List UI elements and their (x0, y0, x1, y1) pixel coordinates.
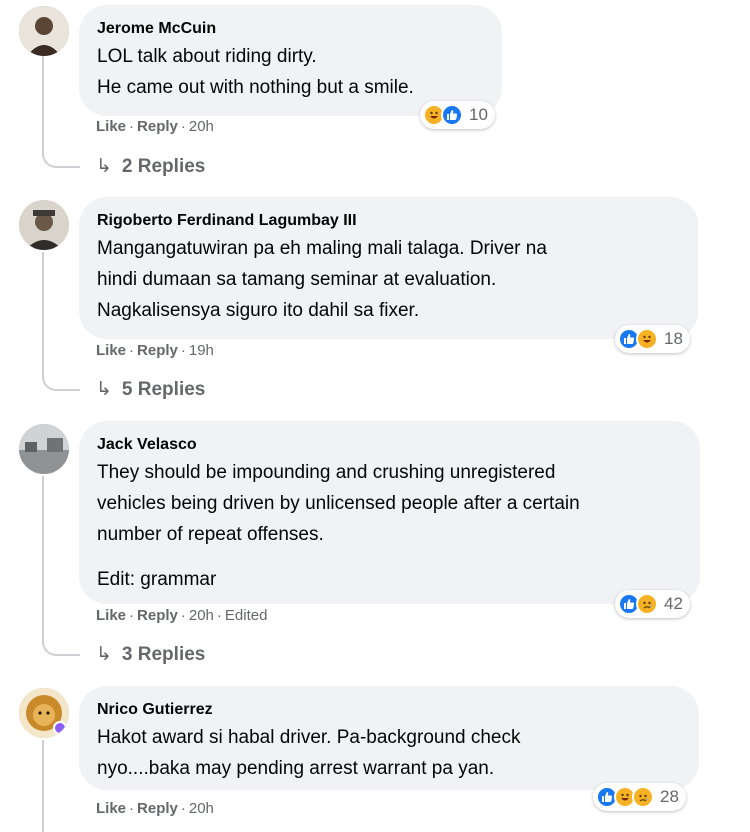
reaction-summary[interactable]: 10 (420, 101, 495, 129)
reply-connector (42, 146, 80, 168)
like-link[interactable]: Like (96, 118, 126, 135)
comment-line: They should be impounding and crushing u… (97, 462, 556, 483)
comment-timestamp[interactable]: 20h (189, 118, 214, 135)
comment-actions: Like · Reply · 19h (96, 342, 214, 359)
thread-line (42, 56, 44, 146)
reply-arrow-icon: ↳ (96, 644, 112, 665)
comment-line: Hakot award si habal driver. Pa-backgrou… (97, 727, 521, 748)
comment-actions: Like · Reply · 20h · Edited (96, 607, 268, 624)
comment-text: Mangangatuwiran pa eh maling mali talaga… (97, 233, 680, 326)
comment-bubble: Rigoberto Ferdinand Lagumbay III Mangang… (79, 197, 698, 339)
haha-icon (636, 328, 658, 350)
view-replies-link[interactable]: ↳ 2 Replies (96, 155, 205, 179)
avatar[interactable] (19, 200, 69, 250)
like-link[interactable]: Like (96, 342, 126, 359)
replies-label: 3 Replies (121, 644, 206, 665)
reaction-summary[interactable]: 18 (615, 325, 690, 353)
reply-link[interactable]: Reply (137, 118, 178, 135)
comment-line: nyo....baka may pending arrest warrant p… (97, 758, 495, 779)
reaction-summary[interactable]: 42 (615, 590, 690, 618)
reaction-count: 42 (664, 594, 683, 613)
comment-line: He came out with nothing but a smile. (97, 77, 414, 98)
comment-bubble: Jack Velasco They should be impounding a… (79, 421, 700, 604)
comment-edit-note: Edit: grammar (97, 569, 217, 590)
reaction-count: 18 (664, 329, 683, 348)
thread-line (42, 476, 44, 636)
like-link[interactable]: Like (96, 800, 126, 817)
comment-line: Mangangatuwiran pa eh maling mali talaga… (97, 238, 547, 259)
comment-text: Hakot award si habal driver. Pa-backgrou… (97, 722, 681, 784)
reply-link[interactable]: Reply (137, 607, 178, 624)
view-replies-link[interactable]: ↳ 3 Replies (96, 643, 205, 667)
thread-line (42, 252, 44, 370)
reply-arrow-icon: ↳ (96, 156, 112, 177)
comment-timestamp[interactable]: 19h (189, 342, 214, 359)
comment-line: Nagkalisensya siguro ito dahil sa fixer. (97, 300, 420, 321)
reaction-summary[interactable]: 28 (593, 783, 686, 811)
comment-actions: Like · Reply · 20h (96, 118, 214, 135)
reply-connector (42, 369, 80, 391)
comment-bubble: Nrico Gutierrez Hakot award si habal dri… (79, 686, 699, 790)
avatar[interactable] (19, 688, 69, 738)
reaction-count: 28 (660, 787, 679, 806)
reply-link[interactable]: Reply (137, 800, 178, 817)
comment-author[interactable]: Jack Velasco (97, 435, 682, 455)
reply-arrow-icon: ↳ (96, 379, 112, 400)
comment-author[interactable]: Jerome McCuin (97, 19, 484, 39)
edited-label[interactable]: Edited (225, 607, 268, 624)
comment-text: LOL talk about riding dirty. He came out… (97, 41, 484, 103)
replies-label: 5 Replies (121, 379, 206, 400)
reply-connector (42, 634, 80, 656)
comment-bubble: Jerome McCuin LOL talk about riding dirt… (79, 5, 502, 116)
sad-icon (636, 593, 658, 615)
like-link[interactable]: Like (96, 607, 126, 624)
thread-line (42, 740, 44, 832)
comment-timestamp[interactable]: 20h (189, 607, 214, 624)
comment-timestamp[interactable]: 20h (189, 800, 214, 817)
comment-author[interactable]: Nrico Gutierrez (97, 700, 681, 720)
comment-line: hindi dumaan sa tamang seminar at evalua… (97, 269, 497, 290)
reaction-count: 10 (469, 105, 488, 124)
sad-icon (632, 786, 654, 808)
comment-author[interactable]: Rigoberto Ferdinand Lagumbay III (97, 211, 680, 231)
view-replies-link[interactable]: ↳ 5 Replies (96, 378, 205, 402)
comment-line: LOL talk about riding dirty. (97, 46, 317, 67)
replies-label: 2 Replies (121, 156, 206, 177)
comment-line: vehicles being driven by unlicensed peop… (97, 493, 580, 514)
avatar[interactable] (19, 6, 69, 56)
avatar[interactable] (19, 424, 69, 474)
reply-link[interactable]: Reply (137, 342, 178, 359)
like-icon (441, 104, 463, 126)
comment-line: number of repeat offenses. (97, 524, 324, 545)
comment-actions: Like · Reply · 20h (96, 800, 214, 817)
comment-text: They should be impounding and crushing u… (97, 457, 682, 595)
